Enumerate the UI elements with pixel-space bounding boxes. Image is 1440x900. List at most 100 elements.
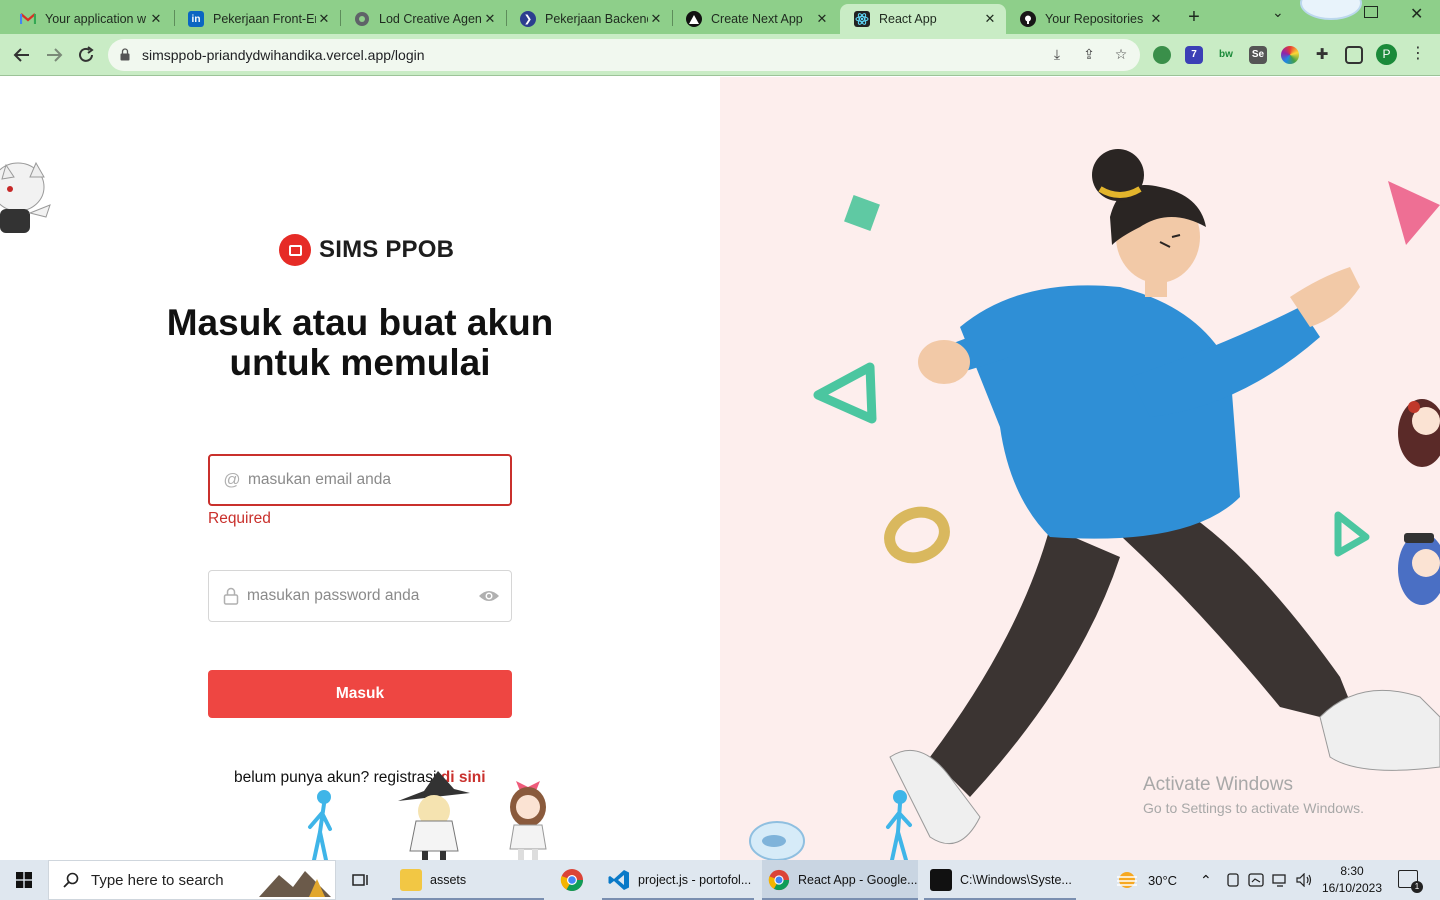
chrome-icon [768,869,790,891]
taskbar-app-vscode[interactable]: project.js - portofol... [602,860,754,900]
page-title: Masuk atau buat akun untuk memulai [166,302,554,383]
taskbar-app-react-chrome[interactable]: React App - Google... [762,860,918,900]
search-icon [63,872,79,888]
onedrive-icon[interactable] [1248,860,1264,900]
gmail-icon [20,11,36,27]
witch-mascot-image [398,771,470,860]
taskbar-app-label: C:\Windows\Syste... [960,873,1072,887]
new-tab-button[interactable]: + [1182,6,1206,30]
taskbar-app-chrome[interactable] [556,860,588,900]
schoolgirl-mascot-image [509,781,547,860]
tab-search-chevron-icon[interactable]: ⌄ [1272,4,1284,21]
back-arrow-icon[interactable] [10,43,34,67]
close-icon[interactable]: ✕ [648,11,664,27]
volume-icon[interactable] [1296,860,1314,900]
tab-linkedin[interactable]: in Pekerjaan Front-En ✕ [174,4,340,34]
login-page: SIMS PPOB Masuk atau buat akun untuk mem… [0,77,1440,860]
tab-title: Lod Creative Agen [379,12,482,26]
windows-taskbar: Type here to search assets project.js - … [0,860,1440,900]
notification-count: 1 [1411,881,1423,893]
login-panel: SIMS PPOB Masuk atau buat akun untuk mem… [0,77,720,860]
share-icon[interactable]: ⇪ [1080,46,1098,64]
extension-color-picker-icon[interactable] [1281,46,1299,64]
browser-toolbar: simsppob-priandydwihandika.vercel.app/lo… [0,34,1440,76]
show-password-eye-icon[interactable] [477,584,501,608]
browser-tab-strip: Your application w ✕ in Pekerjaan Front-… [0,0,1440,34]
close-icon[interactable]: ✕ [814,11,830,27]
taskbar-app-explorer[interactable]: assets [392,860,544,900]
tab-title: React App [879,12,937,26]
password-input[interactable] [247,587,477,605]
task-view-icon[interactable] [346,860,376,900]
network-icon[interactable] [1272,860,1288,900]
chrome-icon [560,869,583,891]
lock-icon[interactable] [120,48,130,61]
close-icon[interactable]: ✕ [1148,11,1164,27]
watermark-title: Activate Windows [1143,774,1293,795]
wallet-logo-icon [279,234,311,266]
glints-icon: ❯ [520,11,536,27]
folder-icon [400,869,422,891]
side-panel-icon[interactable] [1345,46,1363,64]
close-window-icon[interactable]: ✕ [1410,4,1423,24]
weather-widget[interactable]: 30°C [1114,860,1177,900]
extension-globe-icon[interactable] [1153,46,1171,64]
linkedin-icon: in [188,11,204,27]
meet-now-icon[interactable] [1226,860,1240,900]
close-icon[interactable]: ✕ [148,11,164,27]
react-icon [854,11,870,27]
extension-hat-icon[interactable]: 7 [1185,46,1203,64]
close-icon[interactable]: ✕ [482,11,498,27]
clock-time: 8:30 [1340,864,1364,878]
tab-next-app[interactable]: Create Next App ✕ [672,4,838,34]
clock-date: 16/10/2023 [1321,881,1383,895]
more-menu-icon[interactable]: ⋮ [1410,43,1426,63]
profile-avatar[interactable]: P [1376,44,1397,65]
tab-glints[interactable]: ❯ Pekerjaan Backend ✕ [506,4,672,34]
login-button[interactable]: Masuk [208,670,512,718]
extensions-puzzle-icon[interactable]: ✚ [1313,46,1331,64]
taskbar-app-terminal[interactable]: C:\Windows\Syste... [924,860,1076,900]
weather-temperature: 30°C [1148,872,1178,888]
restore-window-icon[interactable] [1364,6,1378,18]
globe-icon [354,11,370,27]
address-bar[interactable]: simsppob-priandydwihandika.vercel.app/lo… [108,39,1140,71]
brand-name: SIMS PPOB [319,236,455,263]
extension-bw-icon[interactable]: bw [1217,46,1235,64]
bookmark-star-icon[interactable]: ☆ [1112,46,1130,64]
watermark-subtitle: Go to Settings to activate Windows. [1143,800,1364,816]
tab-title: Your Repositories [1045,12,1144,26]
terminal-icon [930,869,952,891]
forward-arrow-icon[interactable] [42,43,66,67]
tab-title: Pekerjaan Backend [545,12,648,26]
tab-react-app[interactable]: React App ✕ [840,4,1006,34]
tab-gmail[interactable]: Your application w ✕ [6,4,172,34]
tab-lod-creative[interactable]: Lod Creative Agen ✕ [340,4,506,34]
install-app-icon[interactable]: ⤓ [1048,46,1066,64]
reload-icon[interactable] [74,43,98,67]
tab-github[interactable]: Your Repositories ✕ [1006,4,1172,34]
activate-windows-watermark: Activate Windows Go to Settings to activ… [1143,774,1364,816]
password-field[interactable] [208,570,512,622]
windows-start-button[interactable] [0,860,48,900]
search-highlight-image [259,871,331,897]
email-field[interactable]: @ [208,454,512,506]
vercel-icon [686,11,702,27]
url-text[interactable]: simsppob-priandydwihandika.vercel.app/lo… [142,47,425,63]
system-clock[interactable]: 8:30 16/10/2023 [1318,863,1386,897]
email-input[interactable] [248,471,510,489]
show-hidden-icons-chevron-icon[interactable]: ⌃ [1200,860,1212,900]
extension-se-icon[interactable]: Se [1249,46,1267,64]
taskbar-search-box[interactable]: Type here to search [48,860,336,900]
taskbar-app-label: assets [430,873,467,887]
close-icon[interactable]: ✕ [316,11,332,27]
walking-person-illustration [813,149,1440,845]
anime-sticker-image [0,161,51,233]
tab-title: Pekerjaan Front-En [213,12,316,26]
notification-center-icon[interactable]: 1 [1398,870,1423,893]
illustration-panel: Activate Windows Go to Settings to activ… [720,77,1440,860]
windows-logo-icon [16,872,32,888]
close-icon[interactable]: ✕ [982,11,998,27]
anime-sticker-image [1398,533,1440,605]
stickman-mascot-image [886,790,912,860]
